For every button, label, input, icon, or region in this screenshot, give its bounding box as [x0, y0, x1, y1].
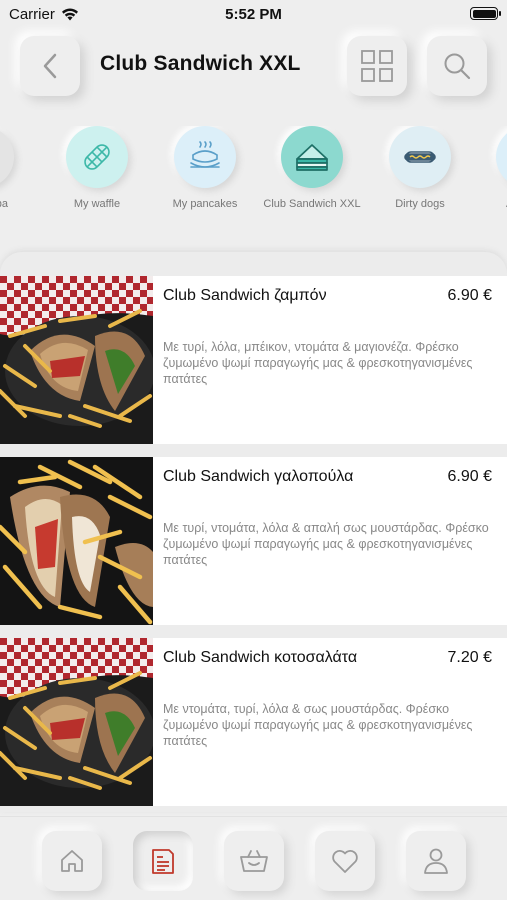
- product-image: [0, 457, 153, 625]
- menu-icon: [152, 849, 174, 874]
- list-item[interactable]: Club Sandwich γαλοπούλα 6.90 € Με τυρί, …: [0, 457, 507, 625]
- search-icon: [444, 53, 471, 80]
- grid-icon: [361, 50, 393, 82]
- category-label: pa: [0, 198, 8, 210]
- grid-view-button[interactable]: [347, 36, 407, 96]
- product-list[interactable]: Club Sandwich ζαμπόν 6.90 € Με τυρί, λόλ…: [0, 252, 507, 812]
- list-item[interactable]: Club Sandwich κοτοσαλάτα 7.20 € Με ντομά…: [0, 638, 507, 806]
- product-price: 7.20 €: [447, 649, 492, 666]
- tab-menu[interactable]: [133, 831, 193, 891]
- home-icon: [61, 850, 83, 872]
- product-name: Club Sandwich κοτοσαλάτα: [163, 649, 358, 666]
- status-bar: Carrier 5:52 PM: [0, 0, 507, 28]
- battery-icon: [470, 7, 501, 20]
- heart-icon: [332, 850, 358, 873]
- category-carousel[interactable]: pa My waffle: [0, 126, 507, 216]
- tab-home[interactable]: [42, 831, 102, 891]
- back-button[interactable]: [20, 36, 80, 96]
- generic-food-icon: [496, 126, 507, 188]
- waffle-icon: [84, 144, 110, 170]
- category-label: My waffle: [73, 198, 121, 210]
- clock: 5:52 PM: [225, 6, 282, 23]
- chevron-left-icon: [43, 53, 57, 79]
- basket-icon: [240, 850, 268, 872]
- category-label: Club Sandwich XXL: [263, 198, 361, 210]
- generic-food-icon: [0, 126, 14, 188]
- tab-profile[interactable]: [406, 831, 466, 891]
- search-button[interactable]: [427, 36, 487, 96]
- tab-favorites[interactable]: [315, 831, 375, 891]
- page-title: Club Sandwich XXL: [100, 52, 301, 75]
- tab-bar: [0, 816, 507, 900]
- product-price: 6.90 €: [447, 287, 492, 304]
- profile-icon: [424, 848, 448, 874]
- category-label: Dirty dogs: [395, 198, 445, 210]
- product-name: Club Sandwich ζαμπόν: [163, 287, 327, 304]
- list-item[interactable]: Club Sandwich ζαμπόν 6.90 € Με τυρί, λόλ…: [0, 276, 507, 444]
- category-item-my-waffle[interactable]: My waffle: [42, 126, 152, 210]
- product-price: 6.90 €: [447, 468, 492, 485]
- product-description: Με τυρί, λόλα, μπέικον, ντομάτα & μαγιον…: [163, 340, 473, 386]
- category-item-my-pancakes[interactable]: My pancakes: [150, 126, 260, 210]
- product-image: [0, 638, 153, 806]
- category-item-dirty-dogs[interactable]: Dirty dogs: [365, 126, 475, 210]
- category-item[interactable]: pa: [0, 126, 38, 210]
- product-description: Με τυρί, ντομάτα, λόλα & απαλή σως μουστ…: [163, 521, 489, 567]
- category-label: My pancakes: [172, 198, 238, 210]
- product-name: Club Sandwich γαλοπούλα: [163, 468, 354, 485]
- category-label: A: [472, 198, 507, 210]
- product-description: Με ντομάτα, τυρί, λόλα & σως μουστάρδας.…: [163, 702, 473, 748]
- pancakes-icon: [190, 141, 220, 168]
- category-item-club-sandwich-xxl[interactable]: Club Sandwich XXL: [257, 126, 367, 210]
- tab-basket[interactable]: [224, 831, 284, 891]
- hotdog-icon: [404, 151, 436, 163]
- sandwich-icon: [296, 144, 328, 171]
- category-item[interactable]: A: [472, 126, 507, 210]
- product-image: [0, 276, 153, 444]
